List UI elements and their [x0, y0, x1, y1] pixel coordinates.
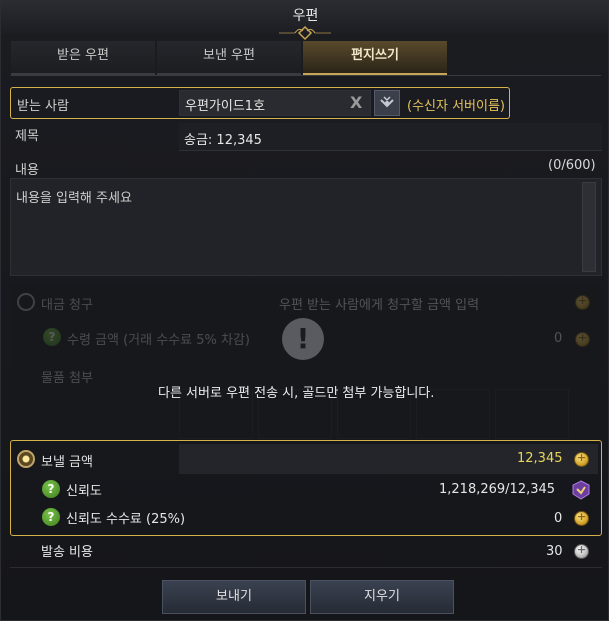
recipient-value: 우편가이드1호: [185, 99, 266, 114]
content-scrollbar[interactable]: [582, 182, 596, 272]
recipient-server-label: (수신자 서버이름): [407, 99, 505, 114]
content-placeholder: 내용을 입력해 주세요: [16, 191, 132, 206]
cod-placeholder: 우편 받는 사람에게 청구할 금액 입력: [279, 298, 480, 313]
tab-compose-label: 편지쓰기: [351, 48, 399, 63]
tab-compose[interactable]: 편지쓰기: [303, 41, 447, 75]
trust-fee-gold-icon: [574, 510, 589, 526]
cod-help-icon[interactable]: ?: [43, 328, 61, 346]
attach-slot[interactable]: [495, 389, 569, 439]
recipient-label: 받는 사람: [17, 99, 69, 114]
tab-sent-label: 보낸 우편: [203, 48, 255, 63]
cod-received-value: 0: [554, 331, 563, 346]
tab-divider: [11, 75, 601, 76]
content-label: 내용: [15, 163, 39, 178]
cross-server-notice: 다른 서버로 우편 전송 시, 골드만 첨부 가능합니다.: [158, 386, 435, 401]
window-title: 우편: [292, 8, 319, 24]
trust-fee-value: 0: [554, 511, 563, 526]
send-gold-icon: [574, 451, 589, 467]
subject-label: 제목: [15, 129, 39, 144]
tab-sent[interactable]: 보낸 우편: [157, 41, 301, 75]
clear-button[interactable]: 지우기: [310, 580, 454, 614]
trust-label: 신뢰도: [66, 484, 102, 499]
trust-fee-help-icon[interactable]: ?: [42, 508, 60, 526]
content-textarea[interactable]: 내용을 입력해 주세요: [10, 178, 602, 276]
send-amount-value: 12,345: [517, 451, 563, 466]
cod-gold-icon: [575, 294, 590, 310]
cod-received-gold-icon: [575, 331, 590, 347]
shipping-value: 30: [546, 544, 563, 559]
server-emblem-icon: [380, 96, 394, 108]
trust-value: 1,218,269/12,345: [439, 482, 556, 497]
trust-shield-icon: [572, 480, 590, 500]
cod-radio[interactable]: [17, 293, 35, 311]
subject-value: 송금: 12,345: [184, 133, 262, 148]
send-amount-label: 보낼 금액: [41, 455, 93, 470]
mail-window: 우편 받은 우편 보낸 우편 편지쓰기 받는 사람 우편가이드1호 X (수신자…: [0, 0, 609, 621]
footer-divider: [10, 567, 602, 568]
trust-help-icon[interactable]: ?: [42, 480, 60, 498]
tab-received-label: 받은 우편: [57, 48, 109, 63]
send-amount-radio[interactable]: [17, 450, 35, 468]
shipping-label: 발송 비용: [41, 545, 93, 560]
clear-recipient-icon[interactable]: X: [350, 93, 362, 112]
subject-input[interactable]: 송금: 12,345: [179, 123, 602, 151]
cod-label: 대금 청구: [41, 298, 93, 313]
send-button[interactable]: 보내기: [162, 580, 306, 614]
warning-icon: !: [282, 318, 324, 360]
attach-label: 물품 첨부: [41, 371, 93, 386]
shipping-silver-icon: [574, 543, 589, 559]
tab-received[interactable]: 받은 우편: [11, 41, 155, 75]
recipient-input[interactable]: 우편가이드1호: [179, 90, 371, 116]
content-counter: (0/600): [548, 158, 596, 173]
trust-fee-label: 신뢰도 수수료 (25%): [66, 512, 186, 527]
server-select-button[interactable]: [374, 90, 400, 116]
cod-received-label: 수령 금액 (거래 수수료 5% 차감): [67, 333, 250, 348]
